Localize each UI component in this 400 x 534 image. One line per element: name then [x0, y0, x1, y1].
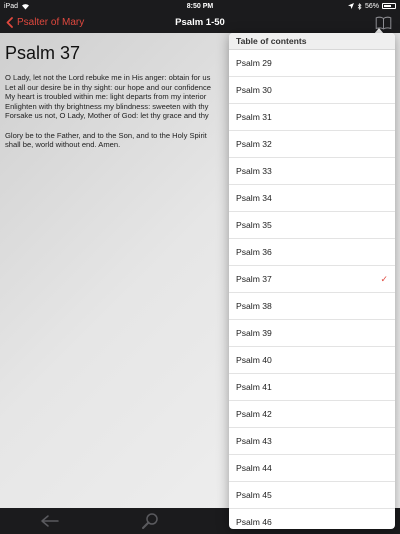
toc-item[interactable]: Psalm 40	[229, 347, 395, 374]
status-time: 8:50 PM	[186, 2, 214, 10]
toc-item[interactable]: Psalm 38	[229, 293, 395, 320]
toc-item[interactable]: Psalm 33	[229, 158, 395, 185]
battery-fill	[384, 5, 391, 7]
toc-item-label: Psalm 40	[236, 355, 272, 365]
toc-item[interactable]: Psalm 30	[229, 77, 395, 104]
toc-item[interactable]: Psalm 42	[229, 401, 395, 428]
checkmark-icon: ✓	[380, 273, 388, 284]
toc-item-label: Psalm 44	[236, 463, 272, 473]
toc-item-label: Psalm 45	[236, 490, 272, 500]
back-button[interactable]: Psalter of Mary	[0, 17, 140, 28]
tab-back[interactable]	[0, 514, 100, 528]
status-right: 56%	[256, 2, 396, 10]
toc-item[interactable]: Psalm 32	[229, 131, 395, 158]
toc-item-label: Psalm 36	[236, 247, 272, 257]
toc-item-label: Psalm 30	[236, 85, 272, 95]
chevron-left-icon	[6, 17, 13, 28]
navigation-bar: Psalter of Mary Psalm 1-50	[0, 12, 400, 33]
toc-item[interactable]: Psalm 46	[229, 509, 395, 529]
toc-item-label: Psalm 33	[236, 166, 272, 176]
nav-title: Psalm 1-50	[175, 17, 225, 28]
toc-item[interactable]: Psalm 39	[229, 320, 395, 347]
toc-item[interactable]: Psalm 29	[229, 50, 395, 77]
toc-item[interactable]: Psalm 35	[229, 212, 395, 239]
toc-item-label: Psalm 46	[236, 517, 272, 527]
toc-item-label: Psalm 38	[236, 301, 272, 311]
toc-item[interactable]: Psalm 36	[229, 239, 395, 266]
wifi-icon	[22, 3, 30, 9]
toc-list: Psalm 29 Psalm 30 Psalm 31 Psalm 32 Psalm 33…	[229, 50, 395, 529]
toc-item[interactable]: Psalm 45	[229, 482, 395, 509]
toc-item-label: Psalm 34	[236, 193, 272, 203]
toc-item[interactable]: Psalm 37 ✓	[229, 266, 395, 293]
toc-item[interactable]: Psalm 31	[229, 104, 395, 131]
toc-item[interactable]: Psalm 44	[229, 455, 395, 482]
toc-item-label: Psalm 41	[236, 382, 272, 392]
battery-percent: 56%	[364, 2, 379, 10]
psalm-title: Psalm 37	[5, 43, 81, 63]
bluetooth-icon	[357, 2, 362, 10]
table-of-contents-popover: Table of contents Psalm 29 Psalm 30 Psalm …	[229, 33, 395, 529]
status-bar: iPad 8:50 PM 56%	[0, 0, 400, 12]
carrier-label: iPad	[4, 2, 19, 10]
search-icon	[142, 513, 158, 529]
toc-item[interactable]: Psalm 34	[229, 185, 395, 212]
toc-item-label: Psalm 35	[236, 220, 272, 230]
toc-item-label: Psalm 32	[236, 139, 272, 149]
toc-item-label: Psalm 37	[236, 274, 272, 284]
back-arrow-icon	[41, 515, 59, 527]
back-button-label: Psalter of Mary	[17, 17, 85, 28]
battery-icon	[382, 3, 396, 9]
location-icon	[347, 3, 354, 9]
status-left: iPad	[4, 3, 144, 10]
toc-item[interactable]: Psalm 43	[229, 428, 395, 455]
tab-search[interactable]	[100, 512, 200, 530]
toc-item-label: Psalm 39	[236, 328, 272, 338]
toc-item-label: Psalm 29	[236, 58, 272, 68]
toc-header: Table of contents	[229, 33, 395, 50]
toc-item-label: Psalm 43	[236, 436, 272, 446]
toc-item-label: Psalm 31	[236, 112, 272, 122]
toc-item[interactable]: Psalm 41	[229, 374, 395, 401]
toc-item-label: Psalm 42	[236, 409, 272, 419]
